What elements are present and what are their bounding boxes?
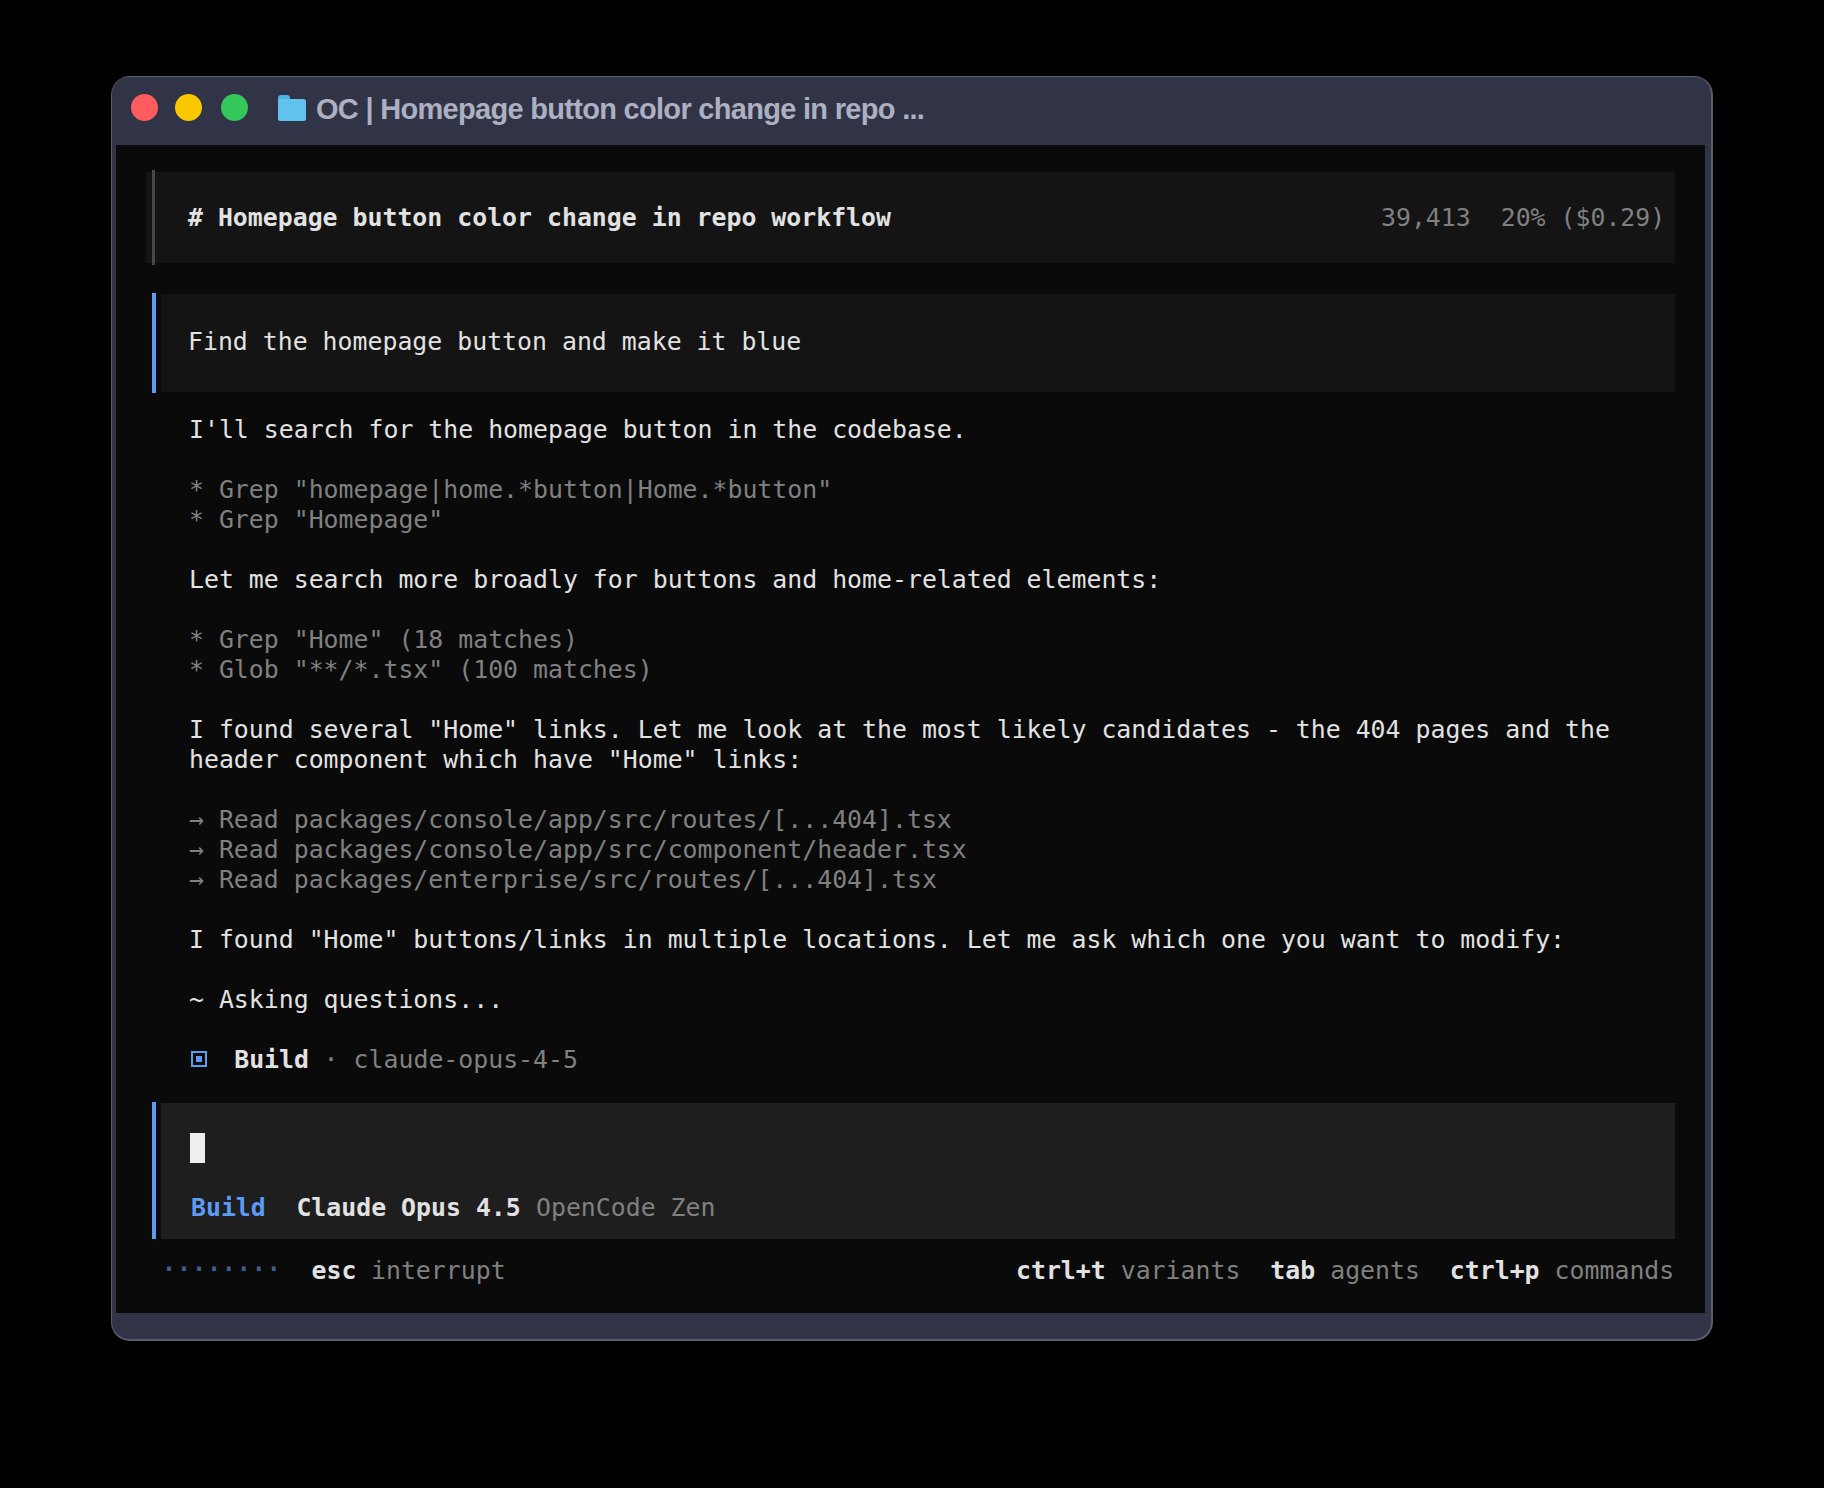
- esc-label: interrupt: [371, 1256, 506, 1286]
- shortcut-label-variants: variants: [1121, 1256, 1241, 1286]
- shortcut-key-variants[interactable]: ctrl+t: [1016, 1256, 1106, 1286]
- tool-call: * Glob "**/*.tsx" (100 matches): [189, 655, 653, 685]
- agent-separator: ·: [324, 1045, 339, 1075]
- provider-label: OpenCode Zen: [536, 1193, 716, 1223]
- assistant-text: I found "Home" buttons/links in multiple…: [189, 925, 1565, 955]
- assistant-text: I found several "Home" links. Let me loo…: [189, 715, 1610, 745]
- tool-call: * Grep "homepage|home.*button|Home.*butt…: [189, 475, 832, 505]
- tool-call-read: → Read packages/console/app/src/routes/[…: [189, 805, 952, 835]
- token-count: 39,413: [1381, 203, 1471, 233]
- prompt-input-border: [152, 1102, 156, 1239]
- tool-call-read: → Read packages/console/app/src/componen…: [189, 835, 967, 865]
- folder-icon: [278, 99, 306, 121]
- user-message-border: [152, 293, 156, 393]
- assistant-text: I'll search for the homepage button in t…: [189, 415, 967, 445]
- page: OC | Homepage button color change in rep…: [0, 0, 1824, 1488]
- shortcut-label-agents: agents: [1330, 1256, 1420, 1286]
- tool-call: * Grep "Home" (18 matches): [189, 625, 578, 655]
- window-title: OC | Homepage button color change in rep…: [316, 93, 924, 125]
- session-header-border: [152, 170, 155, 265]
- text-cursor: [190, 1133, 205, 1163]
- user-message-text: Find the homepage button and make it blu…: [188, 327, 801, 357]
- tool-call: * Grep "Homepage": [189, 505, 443, 535]
- shortcut-key-agents[interactable]: tab: [1270, 1256, 1315, 1286]
- agent-name: Build: [234, 1045, 309, 1075]
- agent-model: claude-opus-4-5: [354, 1045, 578, 1075]
- assistant-text: header component which have "Home" links…: [189, 745, 802, 775]
- session-title: # Homepage button color change in repo w…: [188, 203, 891, 233]
- mode-label[interactable]: Build: [191, 1193, 266, 1223]
- minimize-button[interactable]: [175, 94, 202, 121]
- agent-build-icon-core: [196, 1056, 202, 1062]
- tool-call-read: → Read packages/enterprise/src/routes/[.…: [189, 865, 937, 895]
- shortcut-key-commands[interactable]: ctrl+p: [1450, 1256, 1540, 1286]
- model-label[interactable]: Claude Opus 4.5: [296, 1193, 520, 1223]
- status-text: ~ Asking questions...: [189, 985, 503, 1015]
- zoom-button[interactable]: [221, 94, 248, 121]
- assistant-text: Let me search more broadly for buttons a…: [189, 565, 1161, 595]
- shortcut-label-commands: commands: [1555, 1256, 1675, 1286]
- progress-dots: ········: [160, 1254, 280, 1284]
- close-button[interactable]: [131, 94, 158, 121]
- esc-key[interactable]: esc: [312, 1256, 357, 1286]
- context-cost: 20% ($0.29): [1501, 203, 1666, 233]
